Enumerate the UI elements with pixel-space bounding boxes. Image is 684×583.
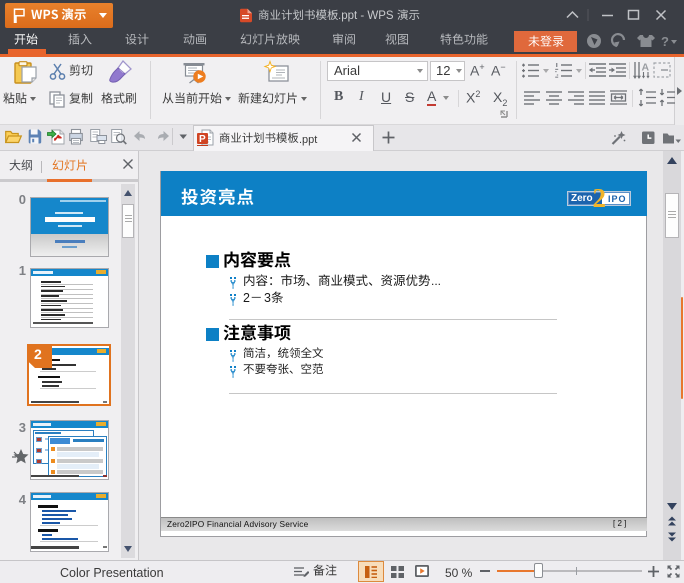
svg-text:P: P — [199, 134, 206, 145]
svg-text:?: ? — [661, 34, 669, 49]
svg-text:A: A — [642, 62, 650, 74]
